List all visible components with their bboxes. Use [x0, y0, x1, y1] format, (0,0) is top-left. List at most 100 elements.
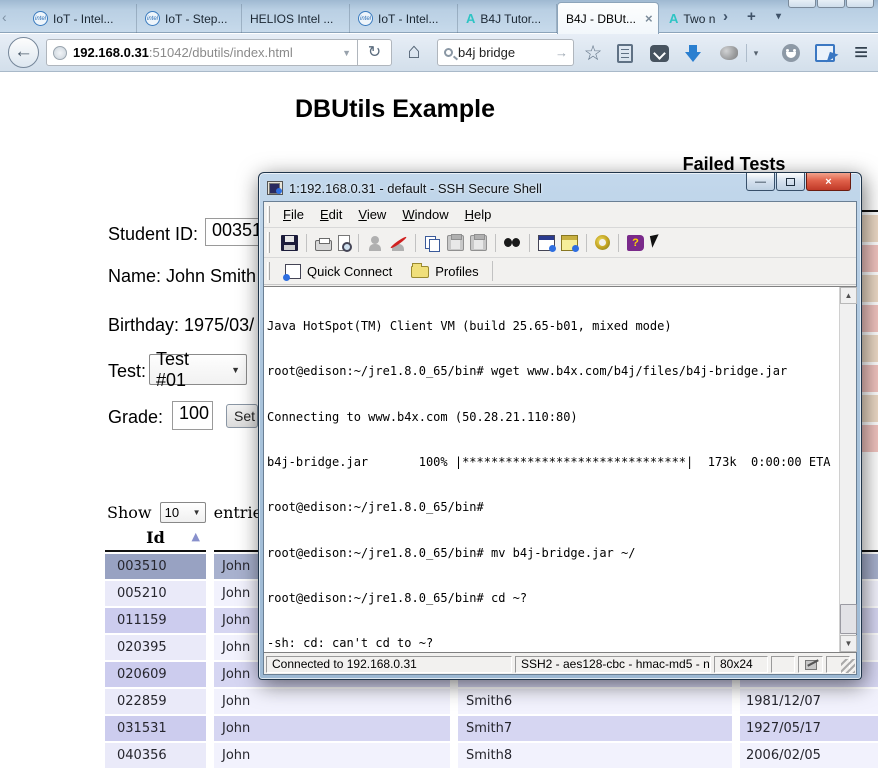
new-tab-button[interactable]: +	[747, 8, 756, 25]
resize-grip[interactable]	[841, 659, 855, 673]
search-go-icon[interactable]: →	[555, 45, 568, 60]
ssh-close-button[interactable]: ×	[806, 173, 851, 191]
table-row[interactable]: 040356 John Smith8 2006/02/05	[105, 743, 878, 768]
menu-file[interactable]: File	[275, 203, 312, 226]
tab-close-icon[interactable]: ×	[645, 11, 653, 26]
window-maximize-button[interactable]	[817, 0, 845, 8]
table-row[interactable]: 031531 John Smith7 1927/05/17	[105, 716, 878, 741]
connect-icon[interactable]	[367, 235, 384, 251]
extension-button[interactable]	[716, 40, 742, 66]
cell-first: John	[214, 689, 450, 714]
tab-scroll-right-icon[interactable]: ›	[723, 8, 728, 25]
cell-last: Smith7	[458, 716, 732, 741]
ssh-maximize-button[interactable]	[776, 173, 805, 191]
ssh-title-bar[interactable]: 1:192.168.0.31 - default - SSH Secure Sh…	[267, 179, 542, 197]
cell-last: Smith6	[458, 689, 732, 714]
search-bar[interactable]: →	[437, 39, 574, 66]
status-terminal-size: 80x24	[714, 655, 768, 673]
chat-button[interactable]	[778, 40, 804, 66]
bookmark-button[interactable]: ☆	[580, 40, 606, 66]
tab-b4j-dbutils-active[interactable]: B4J - DBUt... ×	[557, 2, 659, 34]
menu-view[interactable]: View	[350, 203, 394, 226]
scroll-down-icon[interactable]: ▼	[840, 635, 857, 652]
cell-id: 003510	[105, 554, 206, 579]
extension-caret-button[interactable]: ▾	[748, 40, 764, 66]
set-grade-button[interactable]: Set G	[226, 404, 258, 428]
quick-connect-button[interactable]: Quick Connect	[279, 262, 401, 281]
status-cell	[798, 655, 823, 673]
menu-edit[interactable]: Edit	[312, 203, 350, 226]
id-header-label: Id	[146, 528, 165, 547]
toolbar-grip[interactable]	[267, 232, 270, 253]
pocket-button[interactable]	[646, 40, 672, 66]
paste-icon[interactable]	[447, 233, 464, 251]
cell-birthday: 2006/02/05	[740, 743, 878, 768]
tab-helios[interactable]: HELIOS Intel ...	[242, 4, 350, 33]
new-file-transfer-icon[interactable]	[561, 234, 579, 252]
tab-list-caret-icon[interactable]: ▾	[776, 11, 781, 22]
cell-birthday: 1981/12/07	[740, 689, 878, 714]
page-size-select[interactable]: 10 ▼	[159, 502, 206, 523]
tab-b4j-tutorial[interactable]: A B4J Tutor...	[458, 4, 557, 33]
grade-label: Grade:	[108, 407, 164, 427]
tab-label: HELIOS Intel ...	[250, 11, 334, 26]
ssh-quick-bar: Quick Connect Profiles	[264, 258, 856, 285]
sort-ascending-icon: ▲	[191, 530, 200, 543]
save-icon[interactable]	[281, 234, 298, 251]
scroll-up-icon[interactable]: ▲	[840, 287, 857, 304]
menu-help[interactable]: Help	[457, 203, 500, 226]
toolbar-grip[interactable]	[267, 205, 270, 224]
tab-scroll-left-icon[interactable]: ‹	[2, 9, 7, 25]
copy-icon[interactable]	[424, 235, 441, 252]
ssh-window-controls: — ×	[745, 173, 851, 191]
tab-iot-step[interactable]: intel IoT - Step...	[137, 4, 242, 33]
terminal-scrollbar[interactable]: ▲ ▼	[839, 287, 857, 652]
reload-button[interactable]: ↻	[358, 39, 392, 66]
url-bar[interactable]: 192.168.0.31:51042/dbutils/index.html ▼	[46, 39, 358, 66]
menu-button[interactable]: ≡	[848, 40, 874, 66]
context-help-icon[interactable]	[650, 235, 667, 251]
smiley-icon	[782, 44, 800, 62]
window-minimize-button[interactable]	[788, 0, 816, 8]
toolbar-grip[interactable]	[267, 261, 270, 281]
tab-two[interactable]: A Two n	[661, 4, 719, 33]
set-grade-label: Set G	[234, 408, 257, 424]
tab-iot-intel-1[interactable]: intel IoT - Intel...	[25, 4, 137, 33]
select-caret-icon: ▼	[192, 508, 201, 517]
menu-window[interactable]: Window	[394, 203, 456, 226]
scrollbar-thumb[interactable]	[840, 604, 857, 634]
table-row[interactable]: 022859 John Smith6 1981/12/07	[105, 689, 878, 714]
pointer-tool-button[interactable]	[812, 40, 838, 66]
tab-iot-intel-2[interactable]: intel IoT - Intel...	[350, 4, 458, 33]
help-book-icon[interactable]: ?	[627, 234, 644, 251]
print-preview-icon[interactable]	[338, 234, 352, 252]
terminal-line: root@edison:~/jre1.8.0_65/bin#	[267, 500, 484, 515]
intel-logo-icon: intel	[145, 11, 160, 26]
ssh-window[interactable]: 1:192.168.0.31 - default - SSH Secure Sh…	[258, 172, 862, 680]
print-icon[interactable]	[315, 238, 332, 251]
profiles-button[interactable]: Profiles	[405, 262, 487, 281]
settings-icon[interactable]	[595, 235, 610, 250]
grade-field[interactable]: 100	[172, 401, 213, 430]
terminal-line: -sh: cd: can't cd to ~?	[267, 636, 434, 651]
tab-label: B4J - DBUt...	[566, 11, 637, 26]
close-icon: ×	[825, 175, 832, 188]
search-input[interactable]	[458, 45, 550, 60]
status-cipher: SSH2 - aes128-cbc - hmac-md5 - nc	[515, 655, 711, 673]
test-select[interactable]: Test #01 ▼	[149, 349, 247, 390]
find-icon[interactable]	[504, 235, 521, 251]
paste-append-icon[interactable]	[470, 233, 487, 251]
new-terminal-window-icon[interactable]	[538, 234, 556, 252]
reading-list-button[interactable]	[612, 40, 638, 66]
window-close-button[interactable]	[846, 0, 874, 8]
home-button[interactable]: ⌂	[400, 38, 428, 66]
column-header-id[interactable]: Id ▲	[105, 528, 206, 552]
disconnect-icon[interactable]	[390, 235, 407, 251]
url-dropdown-icon[interactable]: ▼	[342, 48, 351, 58]
downloads-button[interactable]	[680, 40, 706, 66]
hamburger-icon: ≡	[853, 39, 868, 66]
home-icon: ⌂	[407, 38, 421, 63]
back-button[interactable]: ←	[8, 37, 39, 68]
terminal-area[interactable]: Java HotSpot(TM) Client VM (build 25.65-…	[264, 286, 857, 653]
ssh-minimize-button[interactable]: —	[746, 173, 775, 191]
